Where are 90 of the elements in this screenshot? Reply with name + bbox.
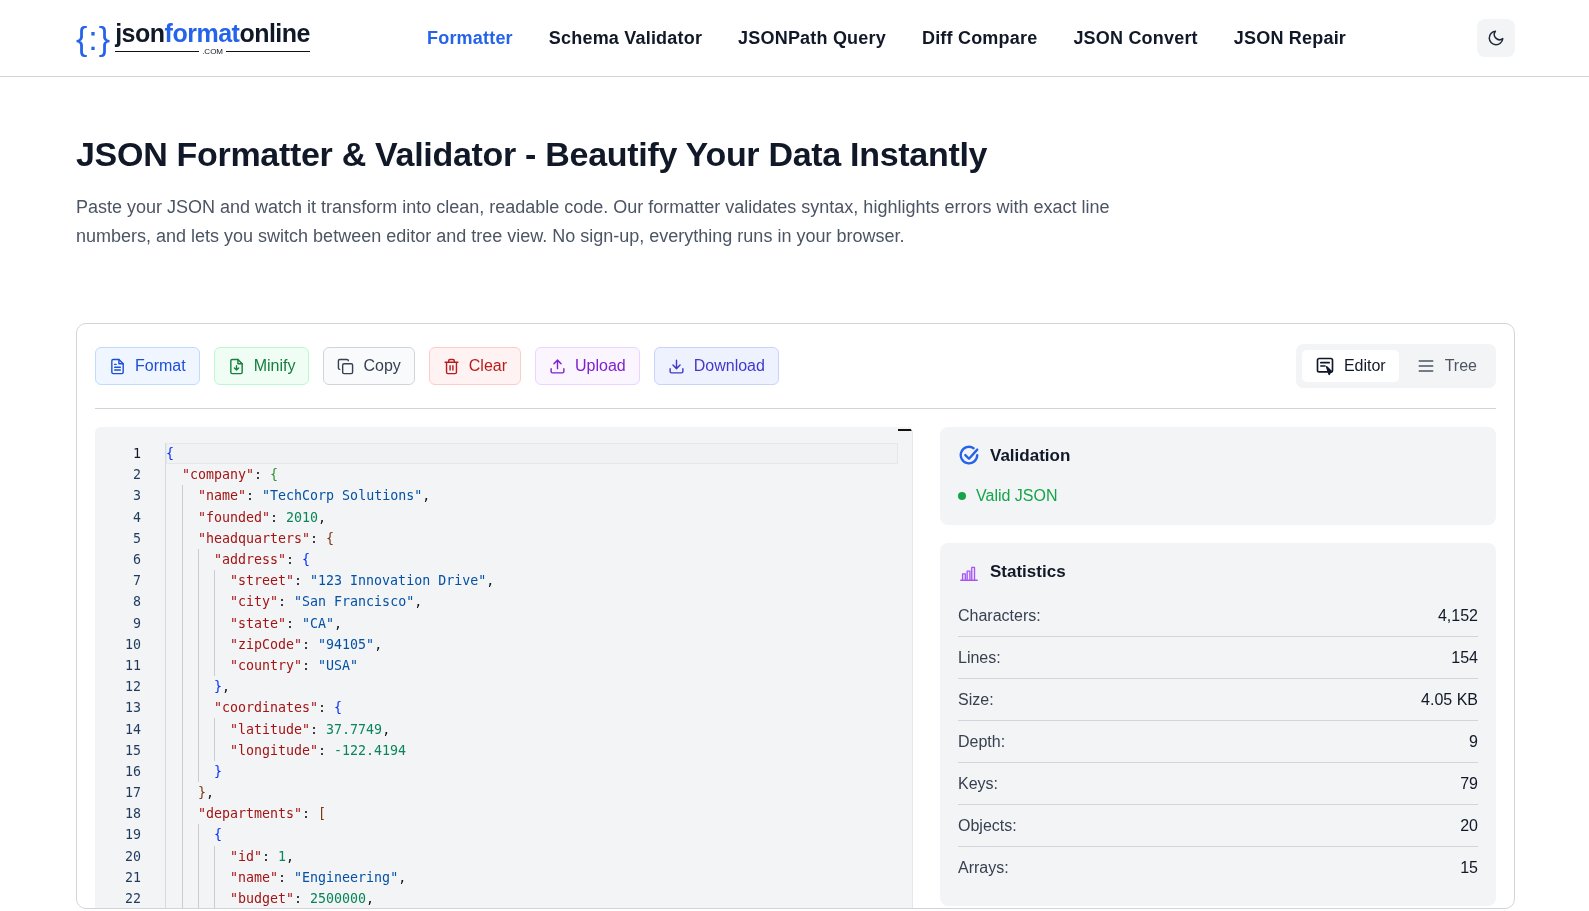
line-number: 15 <box>124 742 142 758</box>
nav-link[interactable]: Formatter <box>427 27 513 49</box>
nav-link[interactable]: JSONPath Query <box>738 27 886 49</box>
code-line: "zipCode": "94105", <box>165 633 898 655</box>
stat-label: Depth: <box>958 732 1006 751</box>
stat-label: Objects: <box>958 816 1017 835</box>
line-number: 1 <box>132 446 142 462</box>
code-line: "id": 1, <box>165 845 898 867</box>
line-number: 3 <box>132 488 142 504</box>
editor-icon <box>1314 356 1335 376</box>
format-button[interactable]: Format <box>95 347 200 385</box>
stat-value: 9 <box>1469 732 1478 751</box>
code-line: } <box>165 760 898 782</box>
stat-label: Keys: <box>958 774 998 793</box>
page-title: JSON Formatter & Validator - Beautify Your Data Instantly <box>76 135 989 174</box>
nav-link[interactable]: JSON Convert <box>1073 27 1198 49</box>
stat-value: 4.05 KB <box>1421 690 1478 709</box>
check-circle-icon <box>958 445 980 467</box>
code-line: "company": { <box>165 464 898 486</box>
code-line: "departments": [ <box>165 803 898 825</box>
code-line: "founded": 2010, <box>165 506 898 528</box>
line-number: 14 <box>124 721 142 737</box>
code-line: "address": { <box>165 548 898 571</box>
moon-icon <box>1487 29 1505 47</box>
line-number: 5 <box>132 530 142 546</box>
line-number: 6 <box>132 552 142 568</box>
stat-value: 20 <box>1460 816 1478 835</box>
theme-toggle-button[interactable] <box>1477 19 1515 57</box>
view-tab[interactable]: Tree <box>1402 350 1490 382</box>
line-number: 18 <box>124 806 142 822</box>
code-line: "budget": 2500000, <box>165 887 898 908</box>
line-number: 21 <box>124 869 142 885</box>
code-line: }, <box>165 782 898 804</box>
copy-button[interactable]: Copy <box>323 347 415 385</box>
status-text: Valid JSON <box>976 487 1058 505</box>
stat-value: 79 <box>1460 774 1478 793</box>
code-line: "headquarters": { <box>165 527 898 549</box>
line-number: 2 <box>132 467 142 483</box>
code-line: { <box>165 824 898 846</box>
download-icon <box>667 357 685 375</box>
code-line: "street": "123 Innovation Drive", <box>165 570 898 592</box>
line-number: 19 <box>124 827 142 843</box>
line-number: 4 <box>132 509 142 525</box>
code-line: "longitude": -122.4194 <box>165 739 898 761</box>
line-number: 20 <box>124 848 142 864</box>
clear-button[interactable]: Clear <box>428 347 522 385</box>
scrollbar-thumb[interactable] <box>898 429 912 431</box>
document-icon <box>109 357 126 375</box>
line-number: 17 <box>124 785 142 801</box>
code-line: "country": "USA" <box>165 654 898 677</box>
line-number: 12 <box>124 679 142 695</box>
code-line: "state": "CA", <box>165 612 898 634</box>
line-number: 11 <box>124 657 142 673</box>
line-number: 9 <box>132 615 142 631</box>
stat-label: Lines: <box>958 648 1001 667</box>
trash-icon <box>442 357 460 375</box>
line-number: 22 <box>124 891 142 907</box>
code-line: "name": "Engineering", <box>165 866 898 888</box>
view-tab[interactable]: Editor <box>1301 350 1399 382</box>
line-number: 8 <box>132 594 142 610</box>
panel-title: Validation <box>990 446 1071 466</box>
code-line: }, <box>165 676 898 698</box>
stat-label: Characters: <box>958 606 1041 625</box>
nav-link[interactable]: Diff Compare <box>921 27 1038 49</box>
nav-link[interactable]: Schema Validator <box>548 27 703 49</box>
page-description: Paste your JSON and watch it transform into clean, readable code. Our formatter validates syntax, highlights errors with exact line numbers, and lets you switch between editor and tree view. No sign-up, everything runs in your browser. <box>76 196 1111 248</box>
upload-icon <box>549 357 567 375</box>
line-number: 13 <box>124 700 142 716</box>
stat-value: 4,152 <box>1437 606 1478 625</box>
stat-label: Size: <box>958 690 994 709</box>
line-number: 7 <box>132 573 142 589</box>
file-download-icon <box>227 357 245 375</box>
line-number: 10 <box>124 636 142 652</box>
upload-button[interactable]: Upload <box>535 347 640 385</box>
logo-wordmark[interactable]: jsonformatonline <box>115 20 310 47</box>
stat-label: Arrays: <box>958 858 1009 877</box>
download-button[interactable]: Download <box>653 347 779 385</box>
code-line: "city": "San Francisco", <box>165 591 898 613</box>
code-line: "name": "TechCorp Solutions", <box>165 485 898 507</box>
minify-button[interactable]: Minify <box>213 347 310 385</box>
logo-mark[interactable]: {:} <box>76 21 112 55</box>
code-line: "coordinates": { <box>165 697 898 719</box>
line-number: 16 <box>124 763 142 779</box>
copy-icon <box>337 357 355 375</box>
logo-domain-text: .COM <box>202 46 224 56</box>
stat-value: 154 <box>1451 648 1478 667</box>
nav-link[interactable]: JSON Repair <box>1233 27 1347 49</box>
stat-value: 15 <box>1460 858 1478 877</box>
panel-title: Statistics <box>990 562 1066 582</box>
code-line: "latitude": 37.7749, <box>165 718 898 740</box>
